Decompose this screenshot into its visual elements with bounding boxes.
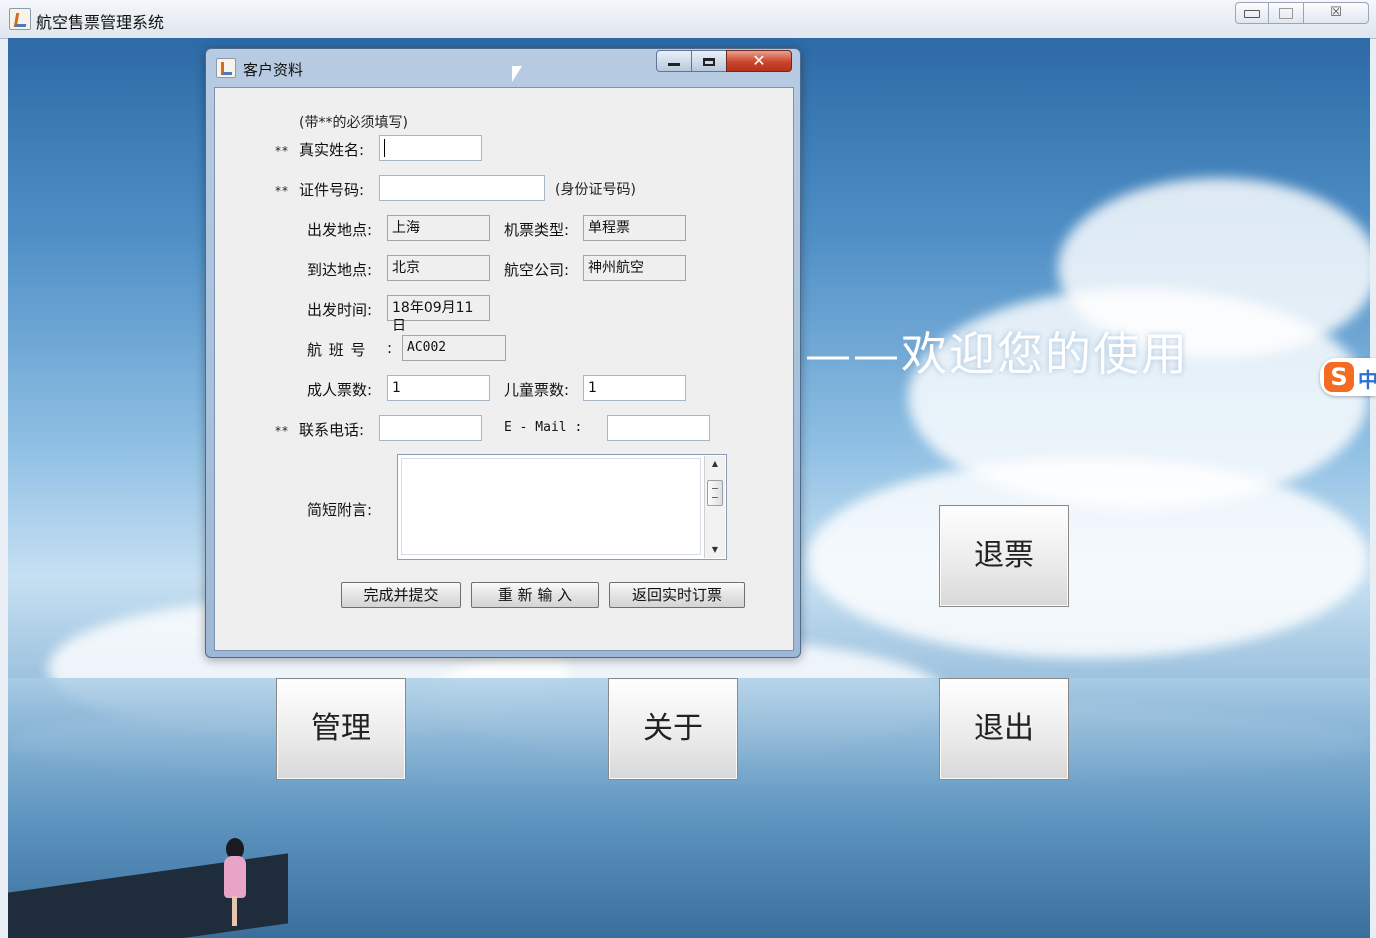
maximize-icon: [1279, 8, 1293, 19]
required-mark: **: [275, 144, 289, 158]
dialog-title: 客户资料: [243, 61, 304, 79]
ticket-type-label: 机票类型:: [504, 221, 570, 239]
note-scrollbar[interactable]: ▲ ▼: [704, 456, 725, 558]
dialog-maximize-button[interactable]: [691, 50, 727, 72]
note-label: 简短附言:: [307, 501, 373, 519]
java-app-icon: [9, 8, 31, 30]
manage-button[interactable]: 管理: [276, 678, 406, 780]
phone-input[interactable]: [379, 415, 482, 441]
dialog-close-button[interactable]: ✕: [726, 50, 792, 72]
maximize-icon: [703, 58, 715, 66]
email-label: E - Mail :: [504, 420, 583, 435]
exit-button[interactable]: 退出: [939, 678, 1069, 780]
email-input[interactable]: [607, 415, 710, 441]
adult-count-input[interactable]: 1: [387, 375, 490, 401]
main-window-title: 航空售票管理系统: [36, 13, 165, 32]
departure-label: 出发地点:: [307, 221, 373, 239]
scrollbar-thumb[interactable]: [707, 480, 723, 506]
depart-time-label: 出发时间:: [307, 301, 373, 319]
minimize-icon: [1244, 10, 1260, 18]
ticket-type-field: 单程票: [583, 215, 686, 241]
sogou-logo-icon: S: [1324, 362, 1354, 392]
flight-number-colon: :: [387, 339, 393, 357]
required-mark: **: [275, 184, 289, 198]
reset-button[interactable]: 重 新 输 入: [471, 582, 599, 608]
text-caret: [384, 139, 385, 157]
ime-toolbar[interactable]: S 中: [1320, 358, 1376, 396]
dialog-minimize-button[interactable]: [656, 50, 692, 72]
arrival-field: 北京: [387, 255, 490, 281]
dialog-form: (带**的必须填写) ** 真实姓名: ** 证件号码: (身份证号码) 出发地…: [214, 87, 794, 651]
required-mark: **: [275, 424, 289, 438]
note-text[interactable]: [401, 458, 701, 555]
scroll-down-arrow-icon[interactable]: ▼: [705, 542, 725, 558]
id-number-label: 证件号码:: [299, 181, 365, 199]
adult-count-label: 成人票数:: [307, 381, 373, 399]
phone-label: 联系电话:: [299, 421, 365, 439]
id-number-hint: (身份证号码): [555, 182, 636, 198]
scroll-up-arrow-icon[interactable]: ▲: [705, 456, 725, 472]
main-close-button[interactable]: ☒: [1303, 2, 1369, 24]
mouse-pointer-icon: [511, 65, 523, 83]
main-titlebar: 航空售票管理系统 ☒: [0, 0, 1376, 39]
close-icon: ✕: [752, 51, 766, 70]
close-icon: ☒: [1330, 5, 1342, 20]
main-minimize-button[interactable]: [1235, 2, 1269, 24]
child-count-input[interactable]: 1: [583, 375, 686, 401]
note-textarea[interactable]: ▲ ▼: [397, 454, 727, 560]
depart-time-field: 18年09月11日: [387, 295, 490, 334]
required-hint: (带**的必须填写): [299, 115, 408, 131]
flight-number-field: AC002: [402, 335, 506, 361]
back-to-booking-button[interactable]: 返回实时订票: [609, 582, 745, 608]
airline-field: 神州航空: [583, 255, 686, 281]
customer-info-dialog: 客户资料 ✕ (带**的必须填写) ** 真实姓名: ** 证件号码: (身份证…: [205, 48, 801, 658]
welcome-text: ——欢迎您的使用: [805, 327, 1189, 381]
main-maximize-button[interactable]: [1268, 2, 1304, 24]
girl-figure: [232, 896, 237, 926]
minimize-icon: [668, 63, 680, 66]
flight-number-label: 航 班 号: [307, 341, 367, 359]
refund-button[interactable]: 退票: [939, 505, 1069, 607]
id-number-input[interactable]: [379, 175, 545, 201]
real-name-label: 真实姓名:: [299, 141, 365, 159]
airline-label: 航空公司:: [504, 261, 570, 279]
ime-mode-label: 中: [1358, 368, 1376, 392]
submit-button[interactable]: 完成并提交: [341, 582, 461, 608]
arrival-label: 到达地点:: [307, 261, 373, 279]
real-name-input[interactable]: [379, 135, 482, 161]
girl-figure: [224, 856, 246, 898]
about-button[interactable]: 关于: [608, 678, 738, 780]
child-count-label: 儿童票数:: [504, 381, 570, 399]
java-app-icon: [216, 58, 236, 78]
cloud-shape: [808, 458, 1368, 658]
departure-field: 上海: [387, 215, 490, 241]
